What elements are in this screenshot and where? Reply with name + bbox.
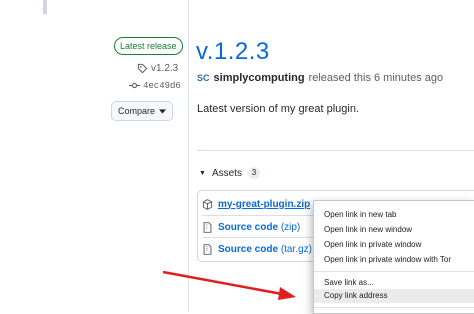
- arrow-head: [278, 287, 296, 300]
- arrow-shaft: [162, 270, 283, 296]
- annotation-arrow: [162, 270, 296, 300]
